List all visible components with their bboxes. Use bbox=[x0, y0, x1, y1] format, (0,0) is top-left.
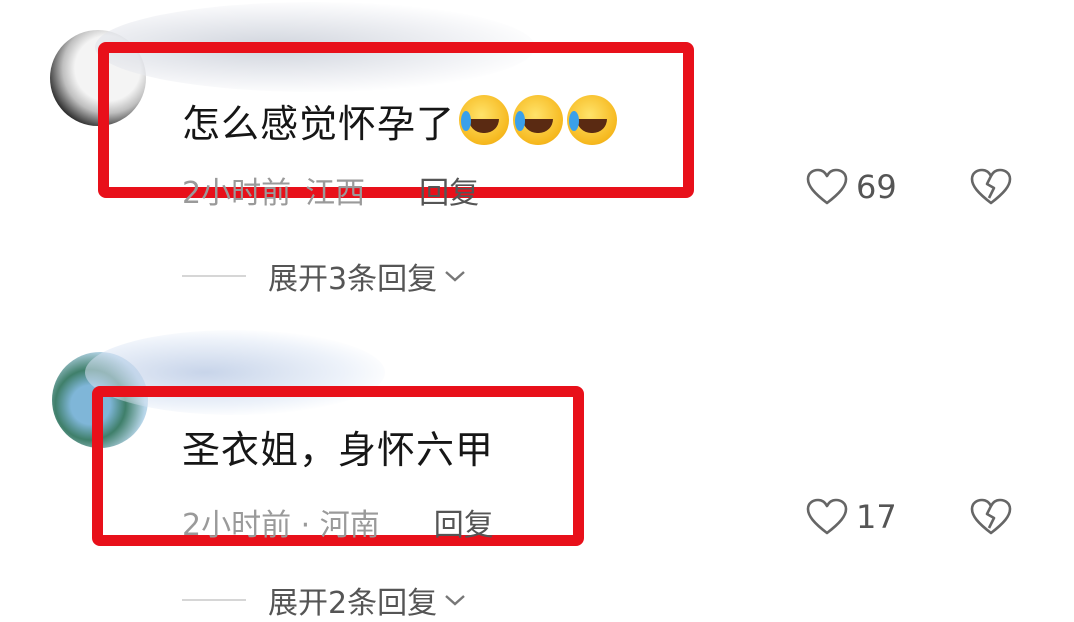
like-button[interactable]: 17 bbox=[806, 498, 897, 536]
chevron-down-icon bbox=[445, 271, 465, 282]
expand-replies-label: 展开2条回复 bbox=[268, 586, 438, 621]
divider bbox=[182, 599, 246, 601]
like-count: 17 bbox=[856, 498, 897, 536]
comment-meta: 2小时前 · 河南 回复 bbox=[182, 500, 508, 544]
expand-replies[interactable]: 展开3条回复 bbox=[182, 254, 467, 298]
dislike-button[interactable] bbox=[970, 168, 1012, 210]
dislike-button[interactable] bbox=[970, 498, 1012, 540]
comment-location: 江西 bbox=[305, 176, 366, 211]
reply-button[interactable]: 回复 bbox=[419, 176, 479, 211]
expand-replies[interactable]: 展开2条回复 bbox=[182, 578, 467, 622]
divider bbox=[182, 275, 246, 277]
expand-replies-label: 展开3条回复 bbox=[268, 262, 438, 297]
heart-icon bbox=[806, 168, 848, 205]
heart-icon bbox=[806, 498, 848, 535]
broken-heart-icon bbox=[970, 498, 1012, 535]
reply-button[interactable]: 回复 bbox=[434, 508, 494, 543]
like-button[interactable]: 69 bbox=[806, 168, 897, 206]
comment-time: 2小时前 bbox=[182, 176, 292, 211]
comment-item: 怎么感觉怀孕了 2小时前 江西 回复 69 展开3条回复 bbox=[0, 0, 1074, 330]
like-count: 69 bbox=[856, 168, 897, 206]
broken-heart-icon bbox=[970, 168, 1012, 205]
comment-item: 圣衣姐，身怀六甲 2小时前 · 河南 回复 17 展开2条回复 bbox=[0, 330, 1074, 621]
comment-meta: 2小时前 江西 回复 bbox=[182, 168, 493, 212]
comment-time-location: 2小时前 · 河南 bbox=[182, 508, 380, 543]
